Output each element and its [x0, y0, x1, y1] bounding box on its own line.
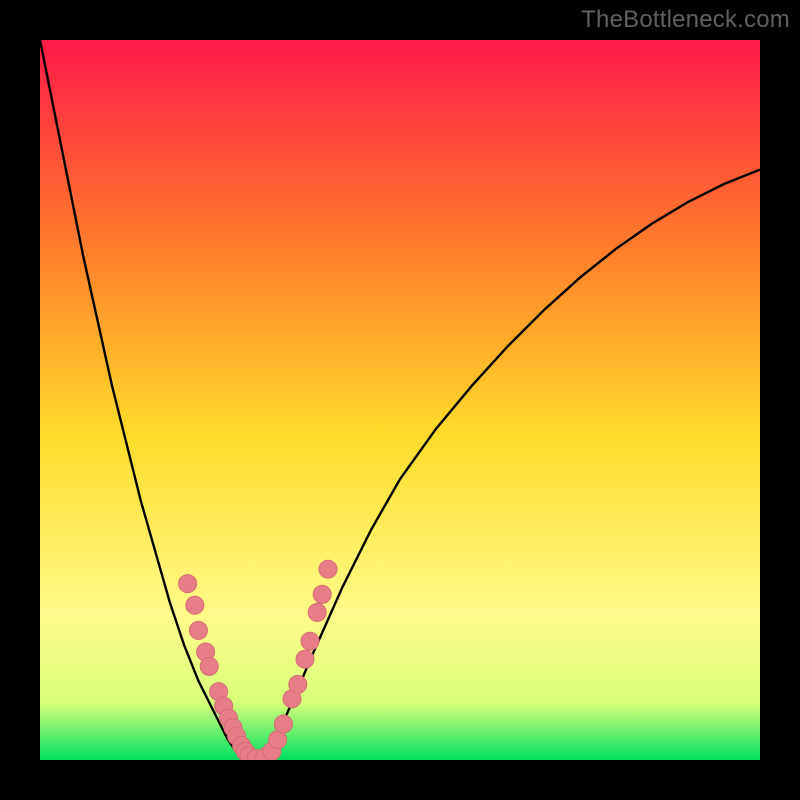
curve-marker	[269, 731, 287, 749]
watermark-text: TheBottleneck.com	[581, 6, 790, 34]
chart-frame: TheBottleneck.com	[0, 0, 800, 800]
gradient-background	[40, 40, 760, 760]
curve-marker	[308, 603, 326, 621]
plot-area	[40, 40, 760, 760]
curve-marker	[200, 657, 218, 675]
curve-marker	[274, 715, 292, 733]
curve-marker	[289, 675, 307, 693]
curve-marker	[189, 621, 207, 639]
bottleneck-curve-chart	[40, 40, 760, 760]
curve-marker	[186, 596, 204, 614]
curve-marker	[179, 575, 197, 593]
curve-marker	[296, 650, 314, 668]
curve-marker	[301, 632, 319, 650]
curve-marker	[313, 585, 331, 603]
curve-marker	[319, 560, 337, 578]
